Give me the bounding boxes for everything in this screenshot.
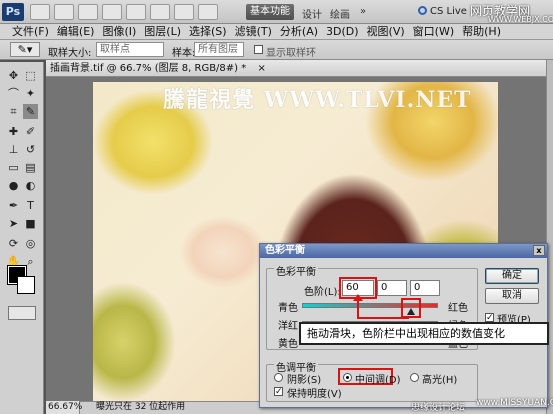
screen-mode-icon[interactable]	[198, 4, 218, 20]
blur-tool-icon[interactable]: ●	[6, 178, 21, 193]
quick-mask-icon[interactable]	[8, 306, 36, 320]
annotation-arrow-line	[357, 299, 359, 318]
document-tab[interactable]: 插画背景.tif @ 66.7% (图层 8, RGB/8#) * ×	[46, 60, 546, 77]
history-brush-icon[interactable]: ↺	[23, 142, 38, 157]
menu-help[interactable]: 帮助(H)	[458, 23, 505, 41]
slider-magenta-label: 洋红	[278, 321, 298, 332]
cancel-button[interactable]: 取消	[485, 288, 539, 304]
move-tool-icon[interactable]: ✥	[6, 68, 21, 83]
canvas-watermark: 騰龍視覺 WWW.TLVI.NET	[163, 87, 472, 113]
menu-select[interactable]: 选择(S)	[185, 23, 231, 41]
show-ring-checkbox[interactable]	[254, 45, 263, 54]
highlights-label: 高光(H)	[422, 375, 458, 386]
workspace-basic-button[interactable]: 基本功能	[246, 4, 294, 20]
dodge-tool-icon[interactable]: ◐	[23, 178, 38, 193]
eraser-tool-icon[interactable]: ▭	[6, 160, 21, 175]
zoom-field[interactable]: 66.67%	[46, 401, 82, 414]
level-magenta-green-input[interactable]: 0	[377, 280, 407, 296]
cyan-red-slider-handle[interactable]	[407, 308, 415, 315]
bridge-icon[interactable]	[30, 4, 50, 20]
color-balance-group-label: 色彩平衡	[274, 263, 318, 278]
menu-3d[interactable]: 3D(D)	[322, 23, 363, 41]
show-ring-label: 显示取样环	[266, 48, 316, 59]
ok-button[interactable]: 确定	[485, 268, 539, 284]
preserve-luminosity-label: 保持明度(V)	[287, 389, 342, 400]
level-yellow-blue-input[interactable]: 0	[410, 280, 440, 296]
document-title: 插画背景.tif @ 66.7% (图层 8, RGB/8#) *	[50, 63, 247, 74]
marquee-tool-icon[interactable]: ⬚	[23, 68, 38, 83]
shadows-label: 阴影(S)	[287, 375, 322, 386]
pen-tool-icon[interactable]: ✒	[6, 198, 21, 213]
highlights-radio[interactable]	[410, 373, 419, 382]
menu-analysis[interactable]: 分析(A)	[276, 23, 322, 41]
midtones-label: 中间调(D)	[355, 375, 401, 386]
healing-brush-icon[interactable]: ✚	[6, 124, 21, 139]
minibridge-icon[interactable]	[54, 4, 74, 20]
menu-window[interactable]: 窗口(W)	[409, 23, 458, 41]
hand-tool-icon[interactable]	[126, 4, 146, 20]
footer-watermark-url: www.MISSYUAN.COM	[476, 398, 553, 408]
brush-tool-icon[interactable]: ✐	[23, 124, 38, 139]
eyedropper-tool-preset-icon[interactable]: ✎▾	[10, 42, 40, 57]
dialog-title: 色彩平衡	[265, 245, 305, 256]
sample-size-label: 取样大小:	[48, 48, 92, 59]
magic-wand-icon[interactable]: ✦	[23, 86, 38, 101]
eyedropper-tool-icon[interactable]: ✎	[23, 104, 38, 119]
shape-tool-icon[interactable]: ■	[23, 216, 38, 231]
menu-file[interactable]: 文件(F)	[8, 23, 53, 41]
slider-cyan-label: 青色	[278, 303, 298, 314]
slider-red-label: 红色	[448, 303, 468, 314]
footer-watermark: 思缘设计论坛	[411, 403, 466, 413]
menu-edit[interactable]: 编辑(E)	[53, 23, 99, 41]
menu-list: 文件(F) 编辑(E) 图像(I) 图层(L) 选择(S) 滤镜(T) 分析(A) 3D(D)…	[8, 23, 505, 41]
zoom-level-icon[interactable]	[102, 4, 122, 20]
sample-size-select[interactable]: 取样点	[96, 42, 164, 57]
workspace-design[interactable]: 设计	[302, 6, 322, 21]
preview-checkbox[interactable]: ✓	[485, 313, 494, 323]
cslive-icon	[418, 6, 427, 15]
photoshop-logo: Ps	[2, 3, 24, 21]
levels-label: 色阶(L):	[304, 287, 341, 298]
menu-filter[interactable]: 滤镜(T)	[231, 23, 276, 41]
workspace-more[interactable]: »	[360, 6, 366, 17]
view-extras-icon[interactable]	[78, 4, 98, 20]
close-document-icon[interactable]: ×	[257, 63, 265, 74]
shadows-radio[interactable]	[274, 373, 283, 382]
arrange-documents-icon[interactable]	[174, 4, 194, 20]
crop-tool-icon[interactable]: ⌗	[6, 104, 21, 119]
sample-select[interactable]: 所有图层	[194, 42, 244, 57]
menu-view[interactable]: 视图(V)	[363, 23, 409, 41]
status-message: 曝光只在 32 位起作用	[96, 402, 186, 412]
tools-panel: ✥ ⬚ ⌒ ✦ ⌗ ✎ ✚ ✐ ⊥ ↺ ▭ ▤ ● ◐ ✒ T ➤ ■ ⟳ ◎ …	[0, 62, 44, 414]
zoom-tool-icon[interactable]	[150, 4, 170, 20]
preserve-luminosity-checkbox[interactable]: ✓	[274, 387, 283, 397]
type-tool-icon[interactable]: T	[23, 198, 38, 213]
clone-stamp-icon[interactable]: ⊥	[6, 142, 21, 157]
annotation-arrow-line-h	[357, 317, 409, 319]
background-color-swatch[interactable]	[17, 276, 35, 294]
sample-label: 样本:	[172, 48, 196, 59]
menu-bar: 文件(F) 编辑(E) 图像(I) 图层(L) 选择(S) 滤镜(T) 分析(A) 3D(D)…	[0, 24, 553, 40]
midtones-radio[interactable]	[343, 373, 352, 382]
menu-layer[interactable]: 图层(L)	[140, 23, 185, 41]
dialog-title-bar[interactable]: 色彩平衡 x	[260, 244, 547, 258]
path-selection-icon[interactable]: ➤	[6, 216, 21, 231]
3d-rotate-icon[interactable]: ⟳	[6, 236, 21, 251]
workspace-paint[interactable]: 绘画	[330, 6, 350, 21]
annotation-arrow-head	[353, 294, 363, 301]
slider-yellow-label: 黄色	[278, 339, 298, 350]
3d-orbit-icon[interactable]: ◎	[23, 236, 38, 251]
gradient-tool-icon[interactable]: ▤	[23, 160, 38, 175]
lasso-tool-icon[interactable]: ⌒	[6, 86, 21, 101]
menu-image[interactable]: 图像(I)	[98, 23, 140, 41]
close-icon[interactable]: x	[533, 245, 545, 256]
instruction-callout: 拖动滑块，色阶栏中出现相应的数值变化	[299, 322, 549, 345]
cslive-button[interactable]: CS Live	[430, 6, 467, 17]
